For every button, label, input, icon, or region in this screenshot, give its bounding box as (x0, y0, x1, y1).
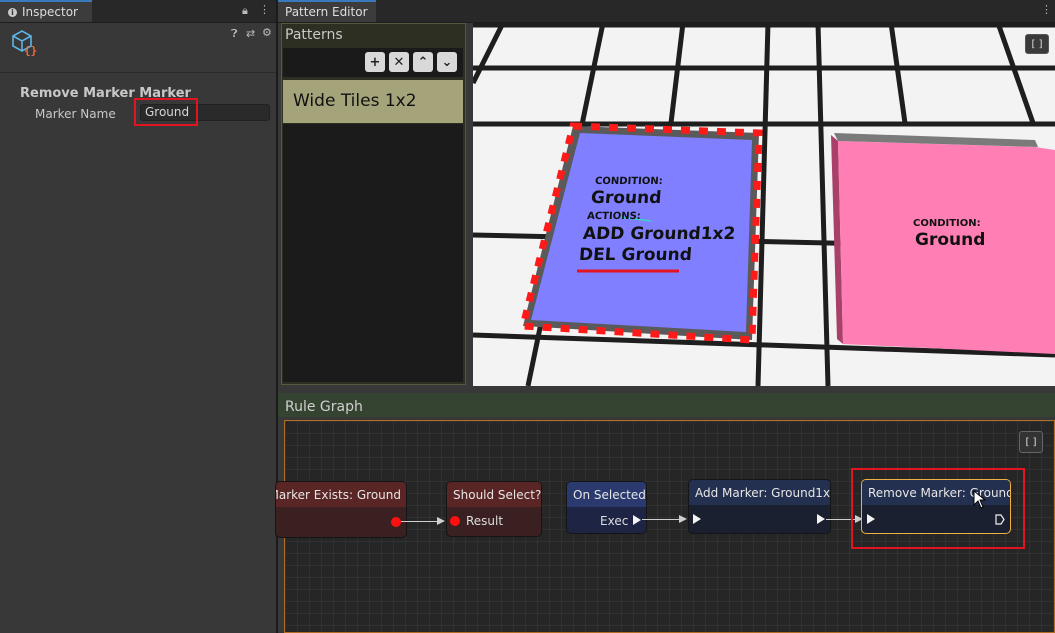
viewport-frame-icon[interactable]: [ ] (1025, 34, 1049, 54)
exec-output-port[interactable] (817, 514, 825, 524)
pattern-editor-tabbar (278, 0, 1055, 23)
tab-inspector-label: Inspector (22, 5, 78, 19)
graph-frame-icon[interactable]: [ ] (1019, 431, 1043, 453)
delete-pattern-button[interactable]: ✕ (389, 52, 409, 72)
node-should-select[interactable]: Should Select? (446, 481, 542, 537)
tab-inspector[interactable]: i Inspector (0, 0, 92, 22)
preset-icon[interactable]: ⇄ (246, 27, 255, 40)
pattern-list-item[interactable]: Wide Tiles 1x2 (283, 80, 463, 123)
wire (642, 519, 680, 520)
info-icon: i (8, 7, 17, 17)
node-add-marker-title: Add Marker: Ground1x2 (689, 480, 830, 505)
scene-grid (473, 23, 1055, 386)
lock-icon[interactable]: 🔒︎ (242, 4, 248, 18)
script-component-icon: {} (12, 30, 37, 57)
add-pattern-button[interactable]: + (365, 52, 385, 72)
tile1-condition-label: CONDITION: (594, 176, 664, 187)
result-output-port[interactable] (391, 517, 401, 527)
on-selected-port-label: Exec (600, 514, 629, 528)
node-add-marker[interactable]: Add Marker: Ground1x2 (688, 479, 831, 534)
patterns-title: Patterns (285, 27, 343, 43)
panel-splitter[interactable] (276, 0, 278, 633)
node-on-selected-title: On Selected (567, 482, 646, 507)
rule-graph-header (278, 393, 1055, 417)
wire (401, 521, 438, 522)
header-divider (0, 72, 276, 73)
wire-arrow (437, 517, 445, 525)
rule-graph-title: Rule Graph (285, 399, 363, 415)
tile2-condition-label: CONDITION: (913, 218, 981, 229)
tile1-condition-value: Ground (590, 188, 663, 208)
node-marker-exists[interactable]: Marker Exists: Ground (275, 481, 407, 538)
tile1-action-add: ADD Ground1x2 (582, 224, 737, 244)
kebab-menu-icon[interactable]: ⋮ (1041, 3, 1052, 16)
gear-icon[interactable]: ⚙ (262, 26, 272, 39)
highlight-box (134, 98, 198, 126)
exec-output-port[interactable] (633, 515, 641, 525)
exec-input-port[interactable] (693, 514, 701, 524)
pattern-list (283, 124, 463, 382)
highlight-box (851, 468, 1025, 549)
tile1-action-del: DEL Ground (578, 245, 693, 265)
mouse-cursor-icon (973, 490, 987, 509)
should-select-port-label: Result (466, 514, 504, 528)
move-up-button[interactable]: ⌃ (413, 52, 433, 72)
node-marker-exists-title: Marker Exists: Ground (276, 482, 406, 507)
scene-viewport[interactable]: CONDITION: Ground ACTIONS: ADD Ground1x2… (473, 23, 1055, 386)
tab-pattern-editor[interactable]: Pattern Editor (278, 0, 376, 22)
wire-arrow (679, 515, 687, 523)
node-should-select-title: Should Select? (447, 482, 541, 507)
tile2-condition-value: Ground (915, 230, 986, 250)
result-input-port[interactable] (450, 516, 460, 526)
kebab-menu-icon[interactable]: ⋮ (259, 3, 270, 16)
move-down-button[interactable]: ⌄ (437, 52, 457, 72)
tile1-actions-label: ACTIONS: (586, 211, 642, 222)
help-icon[interactable]: ❓︎ (231, 27, 238, 41)
marker-name-label: Marker Name (35, 107, 116, 121)
svg-text:{}: {} (24, 44, 37, 57)
